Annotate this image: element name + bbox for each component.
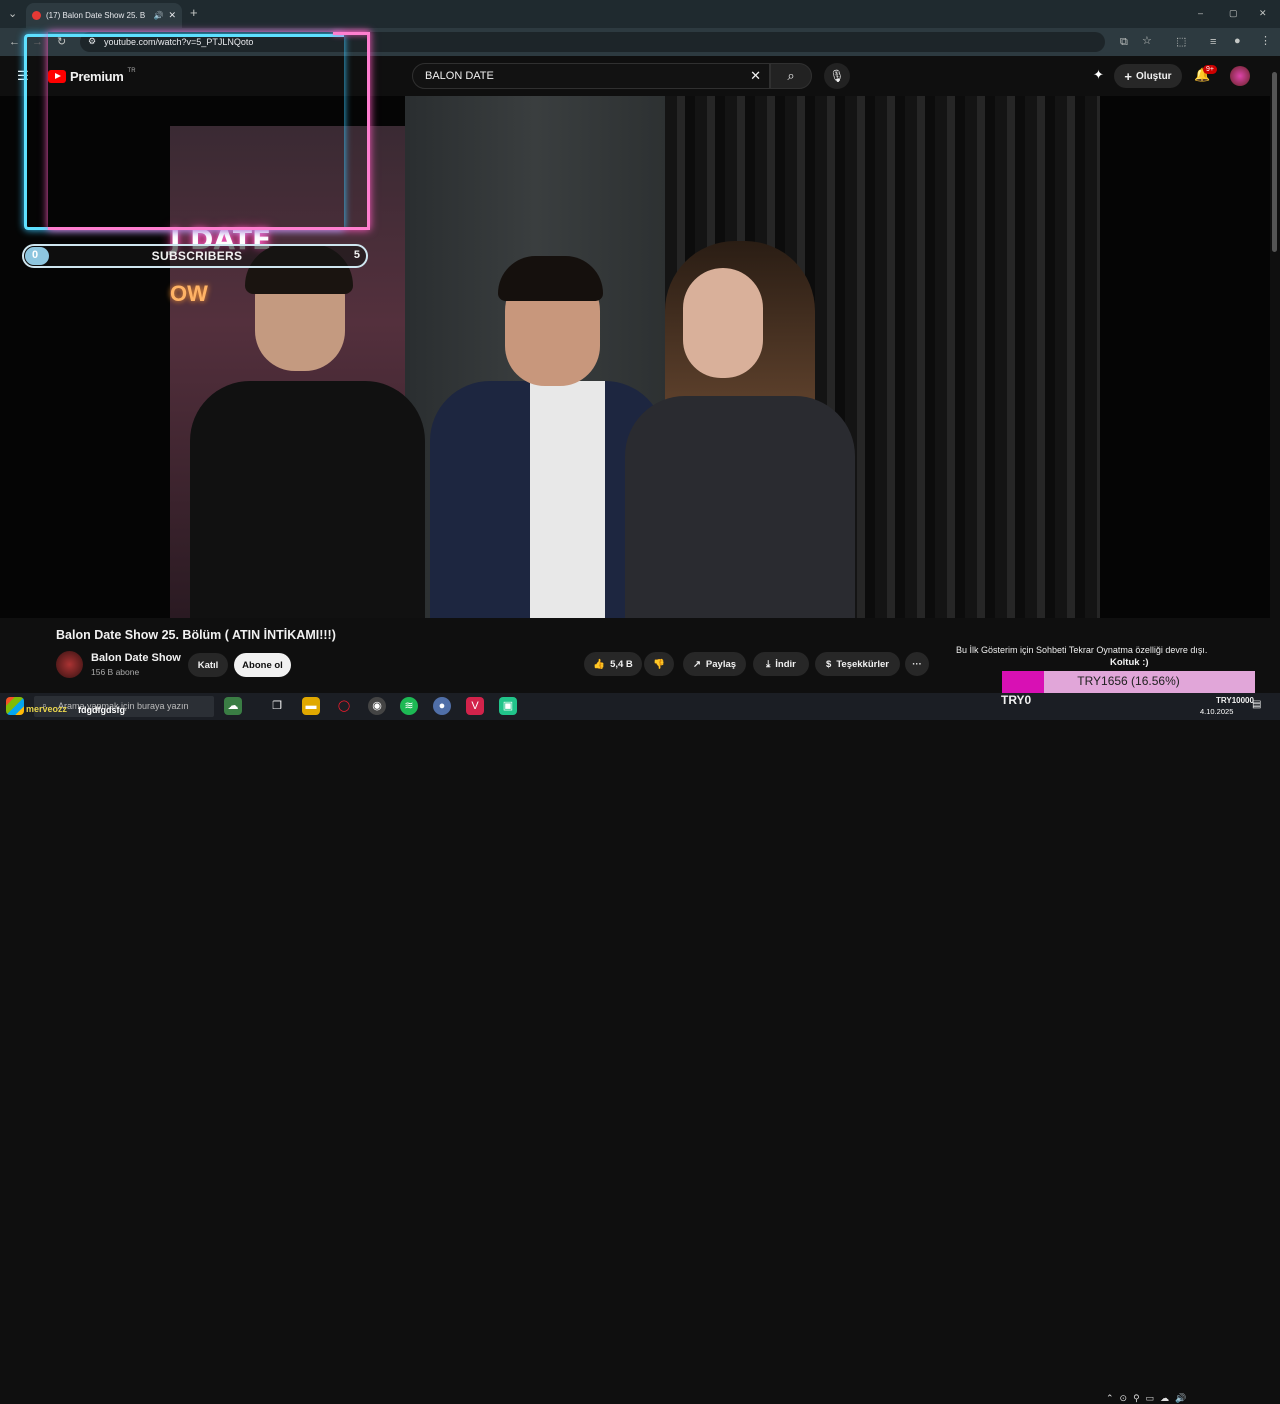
search-value: BALON DATE bbox=[425, 70, 494, 82]
donation-start-label: TRY0 bbox=[1001, 693, 1032, 707]
person-middle-shirt bbox=[530, 381, 605, 618]
channel-subscribers: 156 B abone bbox=[91, 667, 140, 677]
person-middle-hair bbox=[498, 256, 603, 301]
share-icon: ↗ bbox=[692, 658, 701, 670]
overlay-frame-pink bbox=[48, 32, 370, 230]
search-icon: ⌕ bbox=[787, 68, 795, 83]
like-button[interactable]: 👍 5,4 B bbox=[584, 652, 642, 676]
share-button[interactable]: ↗ Paylaş bbox=[683, 652, 746, 676]
bookmark-star-icon[interactable]: ☆ bbox=[1142, 34, 1152, 48]
profile-icon[interactable]: ● bbox=[1234, 34, 1241, 48]
media-control-icon[interactable]: ≡ bbox=[1210, 35, 1216, 49]
microphone-icon: 🎙 bbox=[829, 69, 845, 83]
cast-icon[interactable]: ⧉ bbox=[1120, 35, 1128, 49]
chrome-icon[interactable]: ◉ bbox=[368, 697, 386, 715]
plus-icon: + bbox=[1124, 68, 1133, 84]
spotify-icon[interactable]: ≋ bbox=[400, 697, 418, 715]
search-button[interactable]: ⌕ bbox=[770, 63, 812, 89]
app-icon-blue[interactable]: ● bbox=[433, 697, 451, 715]
windows-taskbar: ⌕ Arama yapmak için buraya yazın ☁ ❐ ▬ ◯… bbox=[0, 693, 1280, 1403]
thumbs-down-icon: 👎 bbox=[653, 658, 665, 670]
subscribe-label: Abone ol bbox=[242, 659, 283, 671]
search-input[interactable]: BALON DATE ✕ bbox=[412, 63, 770, 89]
dislike-button[interactable]: 👎 bbox=[644, 652, 674, 676]
minimize-button[interactable]: – bbox=[1198, 6, 1203, 20]
like-count: 5,4 B bbox=[610, 658, 633, 670]
more-actions-button[interactable]: ··· bbox=[905, 652, 929, 676]
donation-progress-bar: TRY1656 (16.56%) bbox=[1002, 671, 1255, 693]
avatar[interactable] bbox=[1230, 66, 1250, 86]
youtube-favicon-icon bbox=[32, 11, 41, 20]
person-right-head bbox=[683, 268, 763, 378]
thanks-button[interactable]: $ Teşekkürler bbox=[815, 652, 900, 676]
subscriber-label: SUBSCRIBERS bbox=[151, 249, 243, 263]
create-button[interactable]: + Oluştur bbox=[1114, 64, 1182, 88]
speaker-icon[interactable]: 🔊 bbox=[153, 11, 163, 20]
donation-progress-text: TRY1656 (16.56%) bbox=[1077, 674, 1180, 688]
tab-list-icon[interactable]: ⌄ bbox=[8, 7, 17, 21]
overlay-chat-user: merveozz bbox=[26, 704, 68, 714]
close-window-button[interactable]: ✕ bbox=[1259, 6, 1267, 20]
app-icon-red[interactable]: V bbox=[466, 697, 484, 715]
share-label: Paylaş bbox=[705, 658, 737, 670]
person-right-body bbox=[625, 396, 855, 618]
download-button[interactable]: ⤓ İndir bbox=[753, 652, 809, 676]
new-tab-button[interactable]: + bbox=[190, 6, 198, 20]
donation-goal-label: TRY10000 bbox=[1216, 696, 1254, 705]
thumbs-up-icon: 👍 bbox=[593, 658, 606, 670]
maximize-button[interactable]: ▢ bbox=[1229, 6, 1238, 20]
browser-tab-active[interactable]: (17) Balon Date Show 25. B 🔊 ✕ bbox=[26, 3, 182, 28]
weather-widget-icon[interactable]: ☁ bbox=[224, 697, 242, 715]
scrollbar-thumb[interactable] bbox=[1272, 72, 1277, 252]
subscriber-goal-bar: 0 SUBSCRIBERS 5 bbox=[22, 244, 368, 268]
video-title: Balon Date Show 25. Bölüm ( ATIN İNTİKAM… bbox=[56, 628, 336, 642]
overlay-chat-message: fdgdfgdsfg bbox=[78, 705, 125, 715]
thanks-icon: $ bbox=[826, 658, 832, 670]
channel-avatar[interactable] bbox=[56, 651, 83, 678]
more-icon: ··· bbox=[912, 658, 922, 670]
notifications-badge: 9+ bbox=[1203, 65, 1217, 74]
opera-icon[interactable]: ◯ bbox=[335, 697, 353, 715]
file-explorer-icon[interactable]: ▬ bbox=[302, 697, 320, 715]
chrome-menu-icon[interactable]: ⋮ bbox=[1260, 34, 1271, 48]
join-label: Katıl bbox=[197, 659, 219, 671]
clear-search-icon[interactable]: ✕ bbox=[750, 68, 761, 84]
tab-title: (17) Balon Date Show 25. B bbox=[46, 11, 146, 20]
taskbar-date: 4.10.2025 bbox=[1200, 707, 1234, 716]
browser-tab-bar: ⌄ (17) Balon Date Show 25. B 🔊 ✕ + – ▢ ✕ bbox=[0, 0, 1280, 28]
person-left-body bbox=[190, 381, 425, 618]
donation-goal-title: Koltuk :) bbox=[1110, 657, 1149, 668]
subscriber-goal: 5 bbox=[353, 249, 360, 261]
neon-sign-text-2: OW bbox=[170, 281, 208, 306]
voice-search-button[interactable]: 🎙 bbox=[824, 63, 850, 89]
app-icon-green[interactable]: ▣ bbox=[499, 697, 517, 715]
cast-youtube-icon[interactable]: ✦ bbox=[1093, 68, 1104, 82]
subscribe-button[interactable]: Abone ol bbox=[234, 653, 291, 677]
extensions-icon[interactable]: ⬚ bbox=[1176, 35, 1186, 49]
back-icon[interactable]: ← bbox=[9, 35, 20, 49]
windows-start-icon[interactable] bbox=[6, 697, 24, 715]
create-label: Oluştur bbox=[1136, 70, 1172, 82]
join-button[interactable]: Katıl bbox=[188, 653, 228, 677]
chat-replay-note: Bu İlk Gösterim için Sohbeti Tekrar Oyna… bbox=[956, 645, 1208, 655]
channel-name[interactable]: Balon Date Show bbox=[91, 652, 181, 664]
task-view-icon[interactable]: ❐ bbox=[268, 697, 286, 715]
download-label: İndir bbox=[775, 658, 796, 670]
system-tray-icons[interactable]: ⌃⊙⚲▭☁🔊 bbox=[1106, 1393, 1192, 1404]
tab-close-icon[interactable]: ✕ bbox=[168, 10, 176, 21]
thanks-label: Teşekkürler bbox=[836, 658, 889, 670]
download-icon: ⤓ bbox=[766, 658, 771, 670]
overlay-frame-pink-top bbox=[333, 32, 370, 35]
page-scrollbar[interactable] bbox=[1270, 56, 1280, 700]
